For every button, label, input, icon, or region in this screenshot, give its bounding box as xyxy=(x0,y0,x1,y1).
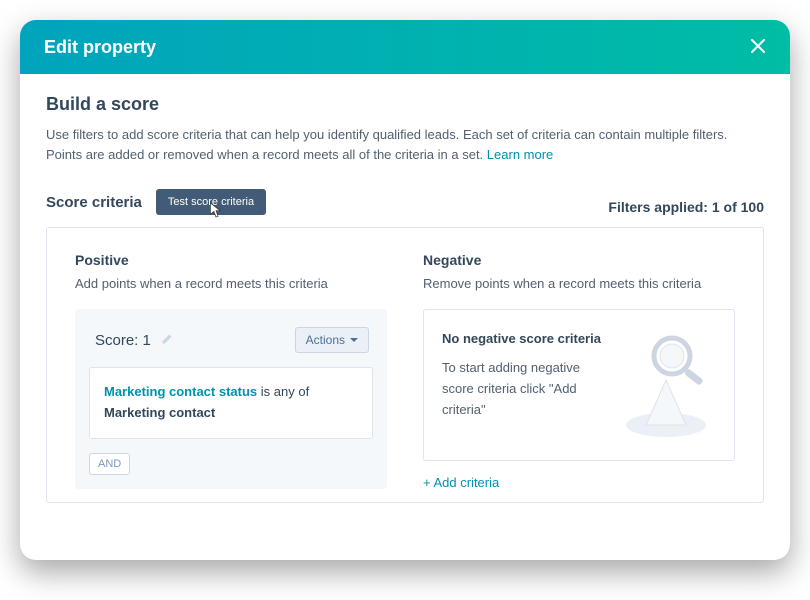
negative-column: Negative Remove points when a record mee… xyxy=(423,252,735,492)
filter-connector: is any of xyxy=(257,384,309,399)
edit-score-button[interactable] xyxy=(161,333,173,348)
dialog-header: Edit property xyxy=(20,20,790,74)
score-prefix: Score: xyxy=(95,332,143,349)
chevron-down-icon xyxy=(350,338,358,342)
filter-property: Marketing contact status xyxy=(104,384,257,399)
build-score-title: Build a score xyxy=(46,94,764,115)
negative-title: Negative xyxy=(423,252,735,268)
filter-card[interactable]: Marketing contact status is any of Marke… xyxy=(89,367,373,439)
positive-column: Positive Add points when a record meets … xyxy=(75,252,387,492)
filter-value: Marketing contact xyxy=(104,405,215,420)
negative-empty-title: No negative score criteria xyxy=(442,330,604,348)
intro-text: Use filters to add score criteria that c… xyxy=(46,127,727,162)
positive-criteria-set: Score: 1 Actions Marketing contact statu… xyxy=(75,309,387,489)
score-value-label: Score: 1 xyxy=(95,332,173,349)
add-criteria-link[interactable]: + Add criteria xyxy=(423,475,499,490)
learn-more-link[interactable]: Learn more xyxy=(487,147,553,162)
criteria-row: Score criteria Test score criteria Filte… xyxy=(46,189,764,215)
close-button[interactable] xyxy=(750,34,766,60)
score-value: 1 xyxy=(143,332,151,349)
and-operator-chip[interactable]: AND xyxy=(89,453,130,475)
pencil-icon xyxy=(161,333,173,345)
dialog-title: Edit property xyxy=(44,37,156,58)
test-score-criteria-button[interactable]: Test score criteria xyxy=(156,189,266,215)
actions-label: Actions xyxy=(306,333,345,347)
positive-subtitle: Add points when a record meets this crit… xyxy=(75,276,387,291)
edit-property-dialog: Edit property Build a score Use filters … xyxy=(20,20,790,560)
close-icon xyxy=(750,38,766,54)
negative-empty-desc: To start adding negative score criteria … xyxy=(442,358,604,420)
positive-title: Positive xyxy=(75,252,387,268)
magnifier-illustration xyxy=(616,330,716,440)
negative-empty-text: No negative score criteria To start addi… xyxy=(442,330,604,440)
magnifier-icon xyxy=(616,330,716,440)
actions-dropdown[interactable]: Actions xyxy=(295,327,369,353)
dialog-body: Build a score Use filters to add score c… xyxy=(20,74,790,523)
score-row: Score: 1 Actions xyxy=(89,323,373,367)
filters-applied-text: Filters applied: 1 of 100 xyxy=(608,189,764,215)
test-button-label: Test score criteria xyxy=(168,196,254,208)
negative-subtitle: Remove points when a record meets this c… xyxy=(423,276,735,291)
negative-empty-state: No negative score criteria To start addi… xyxy=(423,309,735,461)
build-score-intro: Use filters to add score criteria that c… xyxy=(46,125,764,165)
score-criteria-label: Score criteria xyxy=(46,194,142,211)
criteria-panel: Positive Add points when a record meets … xyxy=(46,227,764,503)
